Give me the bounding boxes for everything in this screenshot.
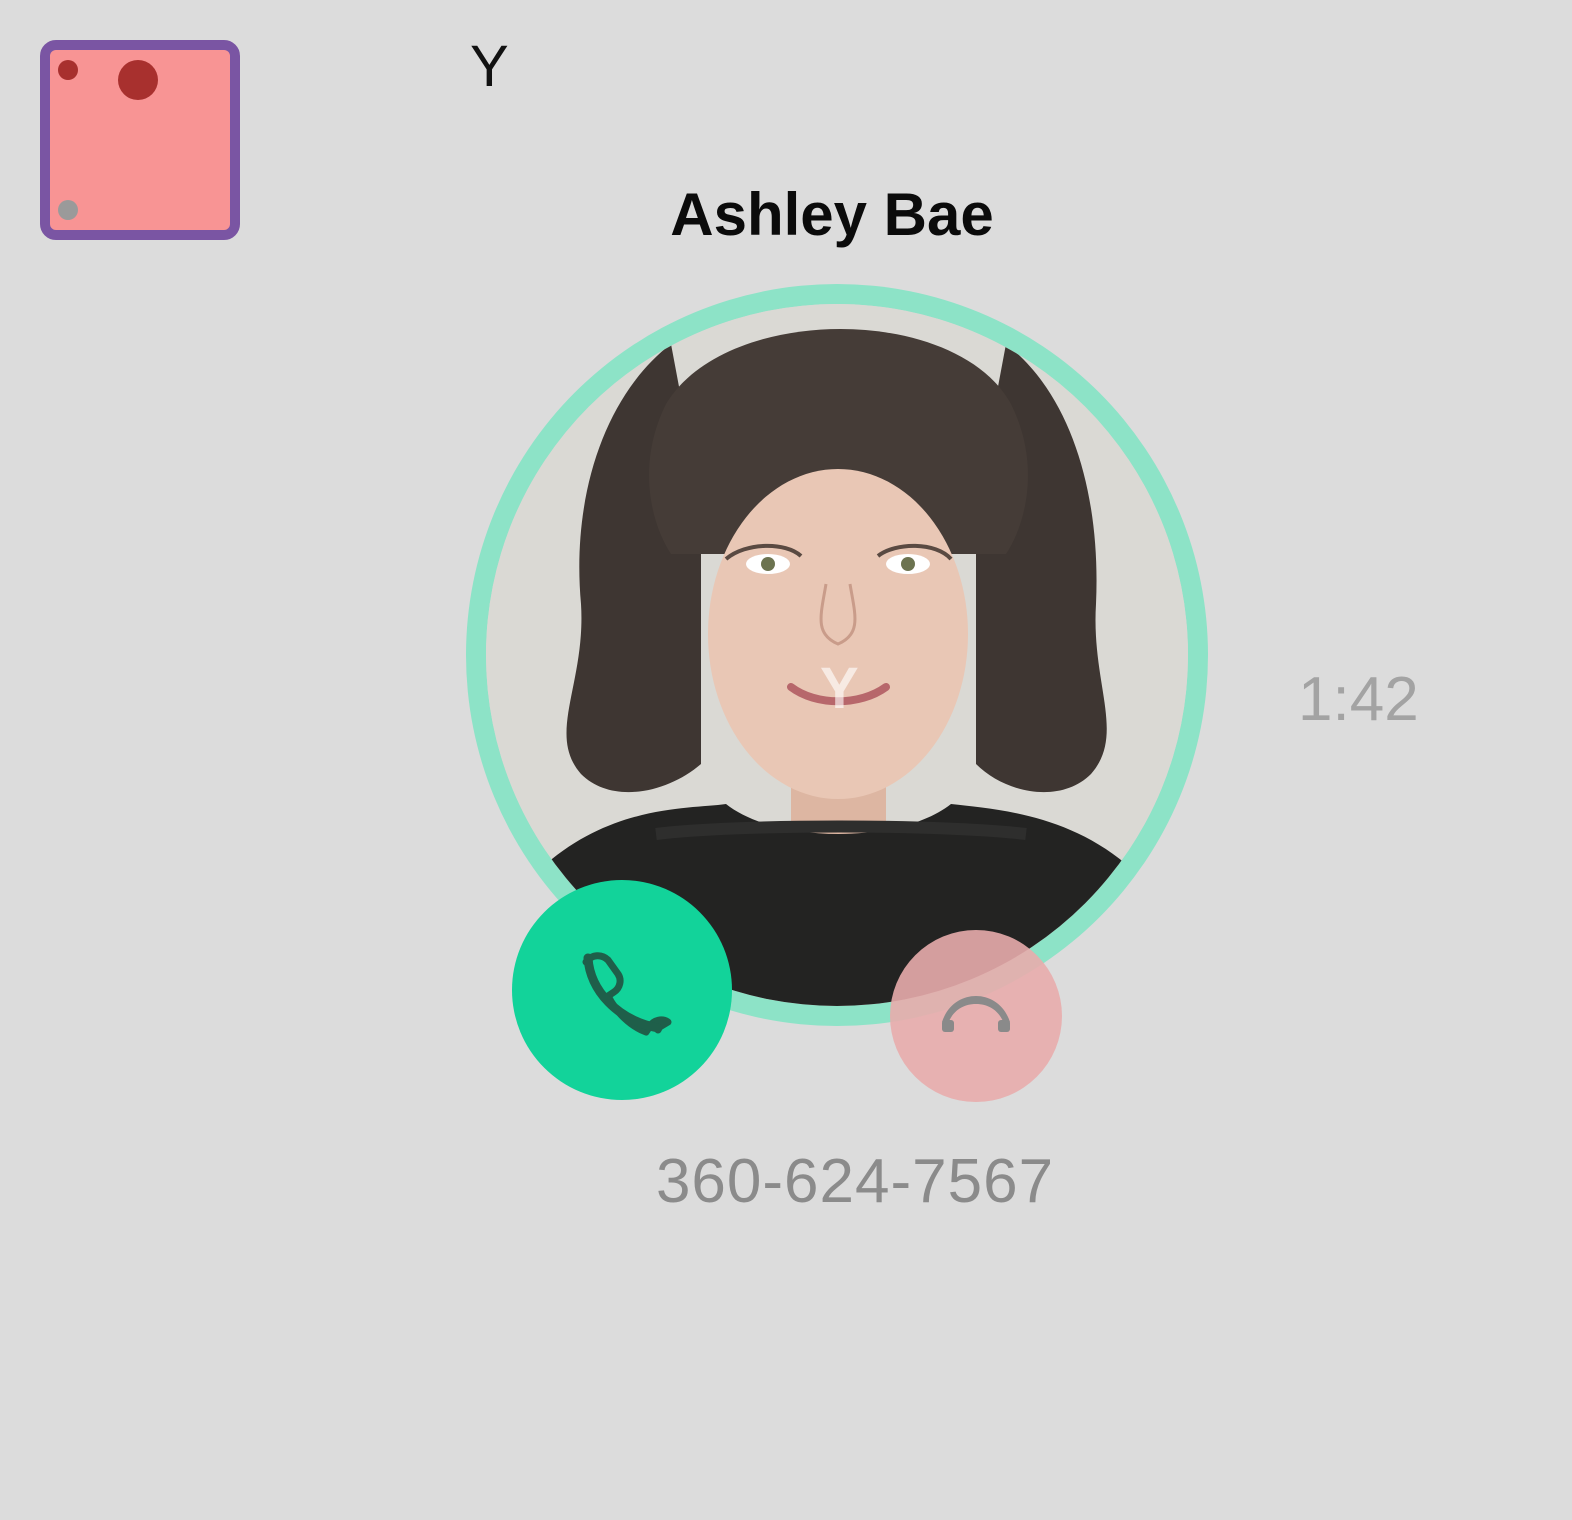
hangup-icon — [942, 996, 1010, 1032]
phone-icon — [582, 952, 672, 1036]
badge-dot — [58, 60, 78, 80]
accept-call-button[interactable] — [512, 880, 732, 1100]
top-marker: Y — [470, 34, 509, 99]
avatar-marker: Y — [820, 656, 859, 721]
badge-dot — [118, 60, 158, 100]
call-timer: 1:42 — [1298, 665, 1419, 734]
caller-name: Ashley Bae — [670, 181, 994, 248]
decline-call-button[interactable] — [890, 930, 1062, 1102]
caller-phone-number: 360-624-7567 — [655, 1147, 1055, 1216]
